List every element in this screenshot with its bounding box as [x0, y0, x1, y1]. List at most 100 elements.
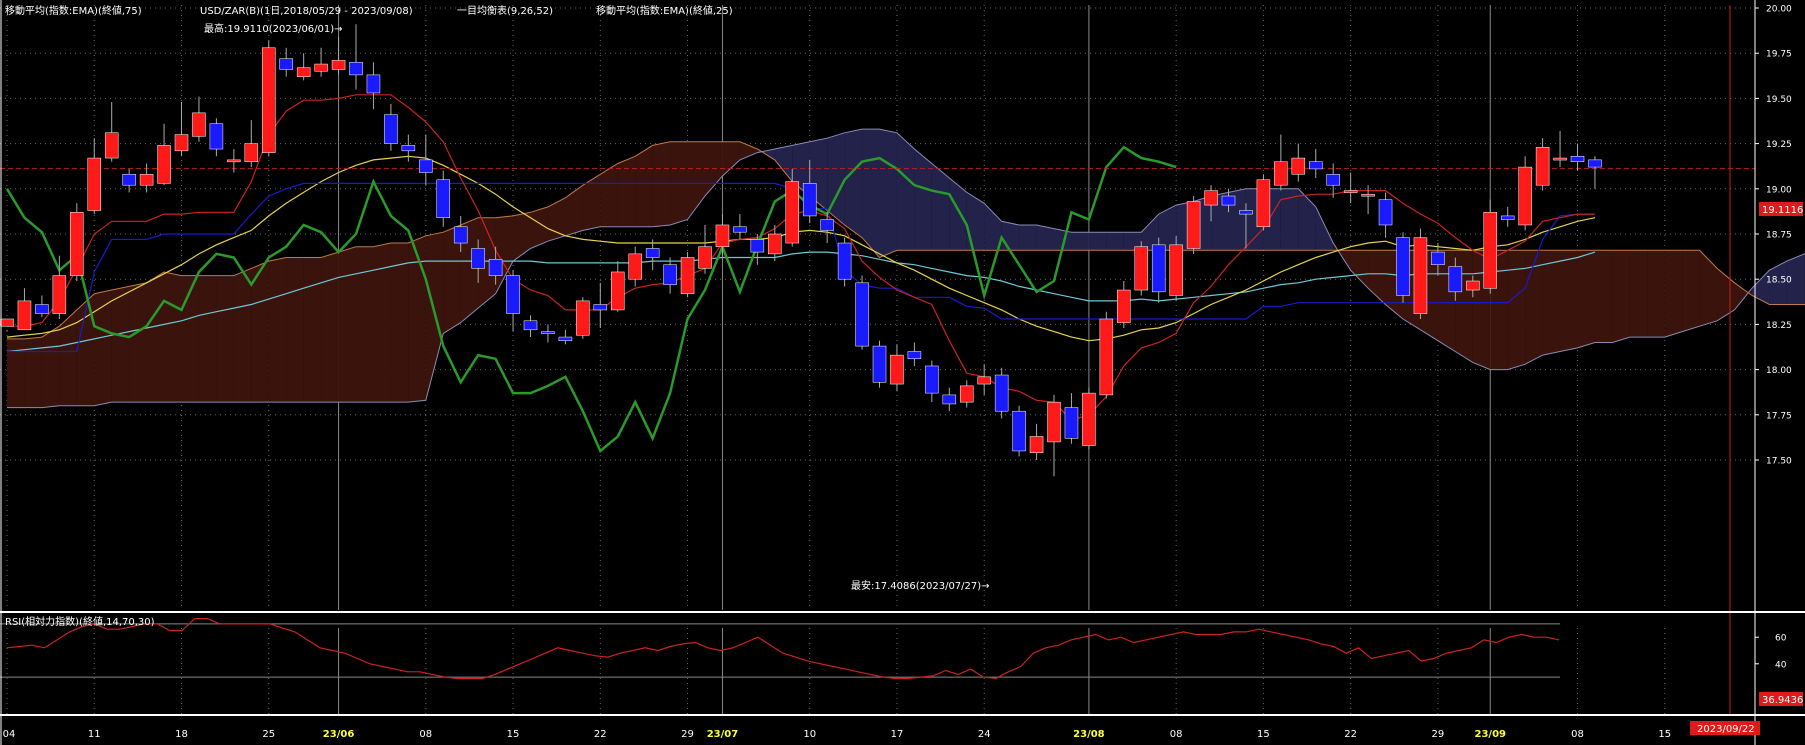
bull-candle [314, 63, 328, 72]
month-tick-label: 23/08 [1073, 729, 1105, 740]
ichimoku-label: 一目均衡表(9,26,52) [457, 4, 553, 17]
bear-candle [436, 179, 450, 218]
x-tick-label: 17 [891, 729, 904, 740]
bear-candle [733, 226, 747, 233]
bear-candle [1588, 159, 1602, 168]
cloud-segment [111, 286, 130, 403]
y-tick-label: 20.00 [1766, 5, 1792, 15]
bear-candle [384, 114, 398, 144]
bull-candle [1134, 246, 1148, 291]
cloud-segment [1577, 250, 1595, 348]
bear-candle [523, 320, 538, 331]
cloud-segment [1071, 232, 1089, 251]
fx-chart[interactable]: 20.00 19.75 19.50 19.25 19.00 18.75 18.50 18.25… [0, 0, 1805, 745]
bear-candle [349, 61, 363, 76]
x-tick-label: 22 [1344, 729, 1357, 740]
cloud-segment [635, 145, 653, 227]
y-tick-label: 19.75 [1766, 50, 1792, 60]
cloud-segment [1542, 250, 1561, 356]
bull-candle [1029, 436, 1044, 454]
bear-candle [35, 304, 49, 314]
bear-candle [1012, 410, 1026, 452]
x-tick-label: 22 [594, 729, 607, 740]
cloud-segment [286, 257, 304, 403]
ema25-label: 移動平均(指数:EMA)(終値,25) [596, 4, 733, 17]
bull-candle [698, 246, 712, 269]
bull-candle [227, 159, 241, 163]
x-tick-label: 15 [1257, 729, 1270, 740]
bull-candle [157, 145, 171, 184]
x-tick-label: 08 [1170, 729, 1183, 740]
bull-candle [1256, 179, 1271, 228]
bull-candle [139, 174, 154, 186]
bear-candle [488, 259, 503, 276]
bull-candle [244, 143, 259, 162]
bear-candle [1396, 237, 1410, 296]
cloud-segment [198, 275, 217, 403]
bear-candle [1448, 266, 1463, 293]
month-tick-label: 23/07 [707, 729, 739, 740]
ema75-label: 移動平均(指数:EMA)(終値,75) [5, 4, 142, 17]
bear-candle [1151, 244, 1166, 293]
bull-candle [768, 233, 782, 255]
x-tick-label: 25 [262, 729, 275, 740]
rsi-tick-label: 60 [1775, 634, 1787, 644]
bull-candle [0, 318, 14, 327]
bull-candle [890, 354, 904, 385]
y-tick-label: 19.50 [1766, 95, 1792, 105]
cloud-segment [1036, 224, 1054, 251]
bull-candle [1535, 146, 1550, 186]
cloud-segment [1682, 250, 1700, 332]
bull-candle [1099, 318, 1114, 396]
bull-candle [960, 385, 974, 403]
bear-candle [750, 239, 765, 253]
bear-candle [1378, 199, 1393, 226]
bull-candle [1553, 157, 1567, 161]
bull-candle [1274, 161, 1288, 186]
cloud-segment [1594, 250, 1613, 343]
bear-candle [209, 123, 224, 150]
current-price-label: 19.1116 [1762, 205, 1803, 216]
bear-candle [645, 248, 660, 258]
cloud-segment [896, 132, 915, 251]
bear-candle [401, 145, 416, 152]
bull-candle [174, 134, 189, 152]
bull-candle [1117, 289, 1131, 323]
cloud-segment [129, 282, 147, 403]
bear-candle [925, 365, 939, 394]
bear-candle [419, 159, 433, 173]
bear-candle [1500, 215, 1515, 220]
cloud-segment [617, 156, 636, 227]
cloud-segment [1001, 221, 1020, 251]
bull-candle [1483, 212, 1497, 289]
x-tick-label: 04 [3, 729, 16, 740]
y-tick-label: 18.00 [1766, 366, 1792, 376]
bull-candle [785, 181, 799, 244]
bear-candle [1326, 174, 1340, 186]
cloud-segment [146, 271, 165, 403]
bull-candle [1186, 201, 1201, 249]
bull-candle [70, 212, 84, 276]
x-tick-label: 15 [507, 729, 520, 740]
month-tick-label: 23/06 [323, 729, 355, 740]
bull-candle [262, 47, 276, 153]
bull-candle [1518, 166, 1532, 226]
cloud-segment [390, 243, 409, 403]
x-tick-label: 18 [175, 729, 188, 740]
month-tick-label: 23/09 [1475, 729, 1507, 740]
x-tick-label: 08 [1571, 729, 1584, 740]
cloud-segment [41, 326, 60, 408]
bull-candle [1082, 392, 1096, 446]
cloud-segment [914, 149, 932, 251]
x-tick-label: 29 [681, 729, 694, 740]
rsi-title: RSI(相対力指数)(終値,14,70,30) [5, 615, 155, 628]
bull-candle [1413, 237, 1428, 314]
cloud-segment [356, 246, 374, 403]
bear-candle [453, 226, 468, 244]
cloud-segment [408, 235, 426, 403]
cloud-segment [652, 141, 671, 227]
cloud-segment [1088, 232, 1107, 251]
bear-candle [837, 242, 852, 280]
x-tick-label: 24 [978, 729, 991, 740]
bear-candle [663, 264, 677, 285]
